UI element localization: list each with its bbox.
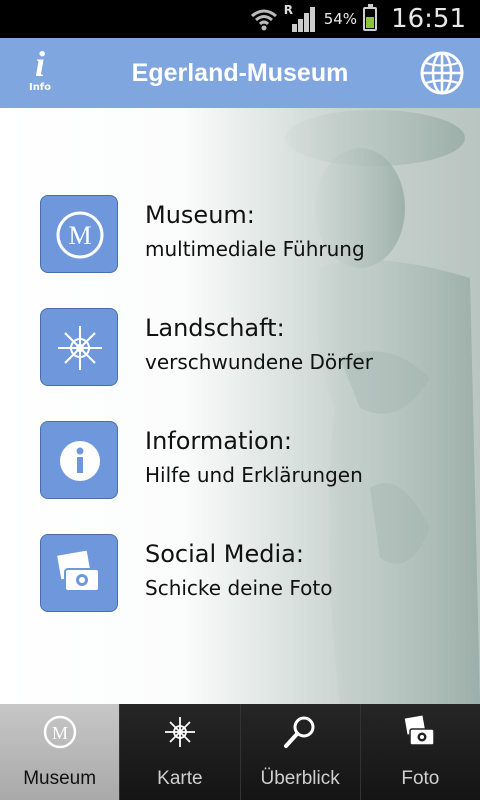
menu-item-landschaft[interactable]: Landschaft: verschwundene Dörfer [40, 308, 460, 388]
tab-ueberblick[interactable]: Überblick [239, 704, 360, 800]
menu-item-museum[interactable]: M Museum: multimediale Führung [40, 195, 460, 275]
menu-item-social-media[interactable]: Social Media: Schicke deine Foto [40, 534, 460, 614]
menu-item-title: Museum: [145, 201, 255, 229]
museum-m-icon: M [56, 211, 104, 259]
menu-item-subtitle: multimediale Führung [145, 237, 365, 261]
menu-item-subtitle: Hilfe und Erklärungen [145, 463, 363, 487]
language-button[interactable] [418, 49, 466, 97]
battery-percent: 54% [323, 10, 358, 28]
tab-label: Karte [157, 768, 203, 789]
tab-foto[interactable]: Foto [359, 704, 480, 800]
camera-photo-icon [57, 550, 100, 592]
menu-item-title: Social Media: [145, 540, 304, 568]
menu-tile: M [40, 195, 118, 273]
menu-item-subtitle: verschwundene Dörfer [145, 350, 373, 374]
globe-icon [420, 51, 464, 95]
wifi-icon [250, 9, 277, 31]
svg-text:M: M [52, 723, 68, 743]
compass-star-icon [58, 326, 102, 370]
tab-karte[interactable]: Karte [119, 704, 240, 800]
tab-label: Museum [23, 768, 97, 789]
camera-photo-icon [405, 715, 436, 746]
main-content: M Museum: multimediale Führung Landschaf… [0, 108, 480, 704]
signal-icon: R [284, 3, 318, 34]
compass-star-icon [164, 717, 195, 747]
menu-item-subtitle: Schicke deine Foto [145, 576, 333, 600]
menu-tile [40, 421, 118, 499]
menu-tile [40, 308, 118, 386]
tab-museum[interactable]: M Museum [0, 704, 120, 800]
tab-label: Foto [401, 768, 440, 789]
clock: 16:51 [391, 4, 466, 34]
menu-item-title: Landschaft: [145, 314, 285, 342]
app-header: i Info Egerland-Museum [0, 38, 480, 108]
magnifier-icon [284, 716, 315, 748]
info-icon [60, 441, 100, 481]
page-title: Egerland-Museum [131, 59, 349, 87]
status-icons: R 54% 16:51 [250, 0, 466, 38]
svg-text:M: M [68, 221, 91, 250]
battery-icon [363, 4, 378, 31]
menu-item-title: Information: [145, 427, 293, 455]
museum-m-icon: M [43, 715, 76, 749]
bottom-navigation: M Museum Karte Überblick Foto [0, 704, 480, 800]
status-bar: R 54% 16:51 [0, 0, 480, 38]
menu-item-information[interactable]: Information: Hilfe und Erklärungen [40, 421, 460, 501]
tab-label: Überblick [260, 768, 340, 789]
menu-tile [40, 534, 118, 612]
